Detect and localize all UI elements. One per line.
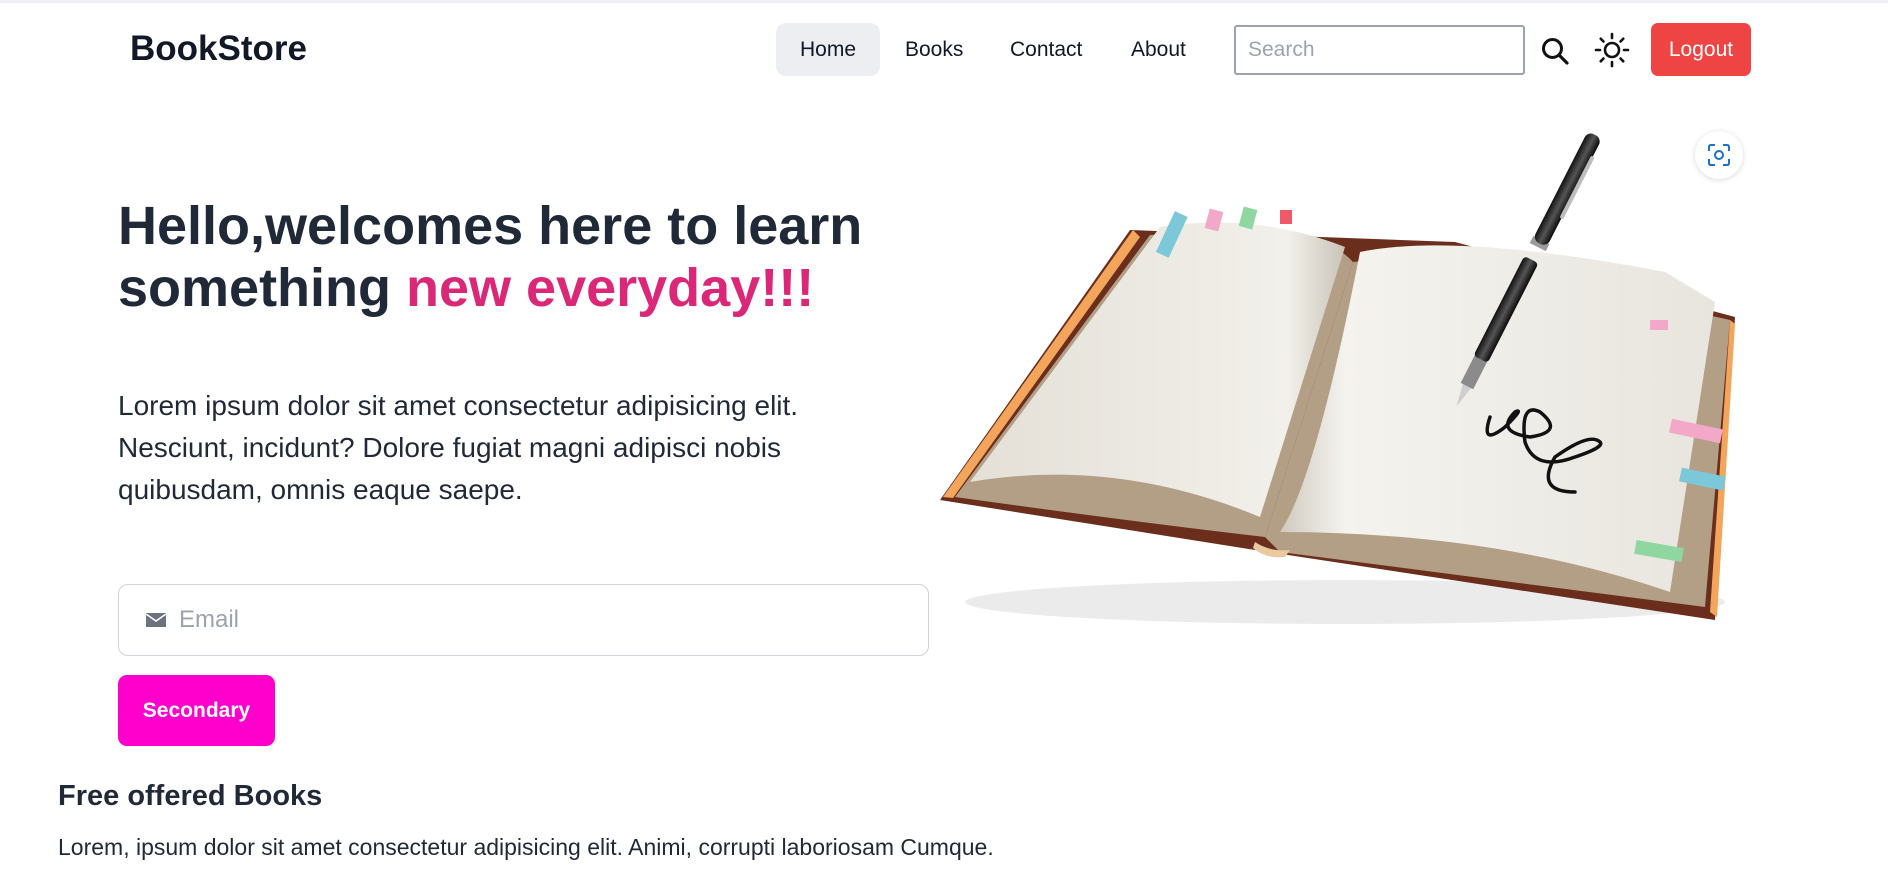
lens-icon (1708, 144, 1730, 166)
open-book-illustration (940, 133, 1735, 624)
nav-item-contact[interactable]: Contact (1010, 23, 1082, 76)
nav-item-home[interactable]: Home (776, 23, 880, 76)
envelope-icon (145, 613, 167, 627)
search-icon[interactable] (1540, 36, 1570, 66)
navbar: BookStore Home Books Contact About Logou… (0, 0, 1888, 100)
nav-item-books[interactable]: Books (905, 23, 963, 76)
sun-icon[interactable] (1594, 32, 1630, 68)
nav-item-about[interactable]: About (1131, 23, 1186, 76)
logout-button[interactable]: Logout (1651, 23, 1751, 76)
search-input[interactable] (1234, 25, 1525, 75)
free-books-title: Free offered Books (58, 780, 323, 812)
free-books-description: Lorem, ipsum dolor sit amet consectetur … (58, 834, 994, 860)
email-field-wrapper (118, 584, 929, 656)
email-input[interactable] (179, 585, 919, 655)
visual-search-icon[interactable] (1695, 131, 1743, 179)
hero-title: Hello,welcomes here to learn something n… (118, 195, 938, 319)
hero-description: Lorem ipsum dolor sit amet consectetur a… (118, 390, 799, 505)
secondary-button[interactable]: Secondary (118, 675, 275, 746)
hero-title-accent: new everyday!!! (406, 258, 815, 318)
brand-logo[interactable]: BookStore (130, 29, 307, 69)
